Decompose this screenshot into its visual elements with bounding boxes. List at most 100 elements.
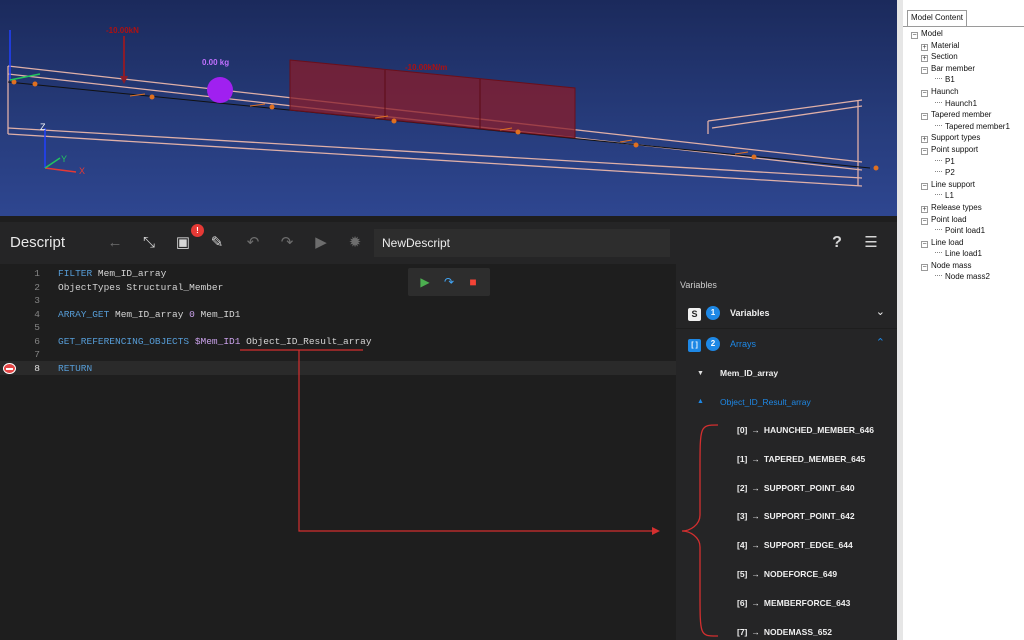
result-array-token: Object_ID_Result_array	[240, 336, 372, 347]
breakpoint-marker[interactable]	[3, 363, 16, 374]
model-content-tab[interactable]: Model Content	[907, 10, 968, 26]
code-editor[interactable]: 1 2 3 4 5 6 7 8 FILTER Mem_ID_array ObjectTypes…	[0, 264, 676, 640]
variables-panel-header: Variables	[680, 280, 717, 290]
help-icon[interactable]: ?	[826, 232, 848, 254]
tree-node[interactable]: Tapered member1	[911, 121, 1010, 133]
expand-triangle-icon[interactable]: ▼	[697, 370, 704, 377]
tree-node[interactable]: − Bar member	[911, 63, 1010, 75]
array-item[interactable]: [4] → SUPPORT_EDGE_644	[737, 540, 853, 550]
collapse-box-icon[interactable]: −	[921, 240, 928, 248]
stop-icon[interactable]: ■	[465, 274, 481, 290]
expand-box-icon[interactable]: +	[921, 55, 928, 63]
tree-node[interactable]: P1	[911, 156, 1010, 168]
script-name-input[interactable]	[374, 229, 670, 257]
item-value: MEMBERFORCE_643	[763, 597, 851, 608]
undo-icon[interactable]: ↶	[242, 232, 264, 254]
tree-node-label: Point load1	[945, 226, 986, 236]
save-icon[interactable]: ▣	[172, 232, 194, 254]
array-item[interactable]: [0] → HAUNCHED_MEMBER_646	[737, 425, 874, 435]
expand-box-icon[interactable]: +	[921, 43, 928, 51]
tree-node[interactable]: − Point support	[911, 144, 1010, 156]
tree-node[interactable]: − Line load	[911, 237, 1010, 249]
array-item[interactable]: [1] → TAPERED_MEMBER_645	[737, 454, 865, 464]
redo-icon[interactable]: ↷	[276, 232, 298, 254]
tree-node[interactable]: − Tapered member	[911, 109, 1010, 121]
collapse-box-icon[interactable]: −	[921, 217, 928, 225]
model-viewport[interactable]: Z Y X -10.00kN 0.00 kg -10.00kN/m	[0, 0, 897, 216]
item-value: TAPERED_MEMBER_645	[763, 453, 866, 464]
tree-node[interactable]: − Point load	[911, 214, 1010, 226]
tree-node[interactable]: − Node mass	[911, 260, 1010, 272]
debug-bug-icon[interactable]: ✹	[344, 232, 366, 254]
chevron-down-icon[interactable]: ⌄	[876, 305, 885, 318]
collapse-icon[interactable]: ⤡	[138, 232, 160, 254]
tree-node[interactable]: + Release types	[911, 202, 1010, 214]
collapse-box-icon[interactable]: −	[921, 66, 928, 74]
collapse-box-icon[interactable]: −	[921, 113, 928, 121]
item-value: SUPPORT_POINT_642	[763, 511, 855, 522]
run-icon[interactable]: ▶	[417, 274, 433, 290]
array-object-id-result[interactable]: Object_ID_Result_array	[720, 397, 811, 407]
tree-node-label: Point support	[931, 144, 979, 154]
tree-node-label: P2	[945, 168, 955, 178]
tree-node-label: Tapered member1	[945, 121, 1010, 131]
chevron-up-icon[interactable]: ⌃	[876, 336, 885, 349]
tree-connector	[935, 78, 942, 80]
array-mem-id[interactable]: Mem_ID_array	[720, 368, 778, 378]
collapse-box-icon[interactable]: −	[921, 182, 928, 190]
axis-z-label: Z	[40, 122, 46, 132]
line-number: 7	[34, 349, 40, 360]
tree-node[interactable]: − Line support	[911, 179, 1010, 191]
tree-node[interactable]: B1	[911, 74, 1010, 86]
collapse-box-icon[interactable]: −	[921, 147, 928, 155]
model-tree[interactable]: − Model + Material + Section − Bar member B1− Hau…	[911, 28, 1010, 283]
item-index: [7]	[737, 626, 748, 637]
array-item[interactable]: [2] → SUPPORT_POINT_640	[737, 483, 855, 493]
array-item[interactable]: [5] → NODEFORCE_649	[737, 569, 837, 579]
collapse-box-icon[interactable]: −	[921, 263, 928, 271]
tree-node[interactable]: L1	[911, 190, 1010, 202]
arrays-section-label: Arrays	[730, 339, 757, 349]
back-arrow-icon[interactable]: ←	[104, 232, 126, 254]
tree-node[interactable]: + Material	[911, 40, 1010, 52]
array-item[interactable]: [3] → SUPPORT_POINT_642	[737, 511, 855, 521]
debug-controls: ▶ ↷ ■	[408, 268, 490, 296]
variables-count-badge: 1	[706, 306, 720, 320]
line-number: 5	[34, 322, 40, 333]
tree-node-label: B1	[945, 75, 955, 85]
play-icon[interactable]: ▶	[310, 232, 332, 254]
arrow-right-icon: →	[751, 425, 760, 435]
list-icon[interactable]: ☰	[860, 232, 882, 254]
expand-box-icon[interactable]: +	[921, 205, 928, 213]
arrow-right-icon: →	[751, 511, 760, 522]
tree-node[interactable]: + Support types	[911, 132, 1010, 144]
array-item[interactable]: [7] → NODEMASS_652	[737, 627, 832, 637]
tree-node-label: P1	[945, 156, 955, 166]
tree-node[interactable]: Line load1	[911, 248, 1010, 260]
item-index: [6]	[737, 597, 748, 608]
tree-node[interactable]: − Model	[911, 28, 1010, 40]
tree-node[interactable]: Point load1	[911, 225, 1010, 237]
tree-node[interactable]: Haunch1	[911, 98, 1010, 110]
array-item[interactable]: [6] → MEMBERFORCE_643	[737, 598, 850, 608]
tree-node[interactable]: P2	[911, 167, 1010, 179]
step-over-icon[interactable]: ↷	[441, 274, 457, 290]
tree-node-label: Line load1	[945, 249, 982, 259]
tree-connector	[935, 194, 942, 196]
panel-title: Descript	[10, 234, 66, 251]
tree-node[interactable]: Node mass2	[911, 271, 1010, 283]
save-as-icon[interactable]: ✎	[206, 232, 228, 254]
array-icon: [ ]	[688, 339, 701, 352]
arrays-section[interactable]: [ ] 2 Arrays ⌃	[676, 330, 897, 360]
variables-section[interactable]: S 1 Variables ⌄	[676, 299, 897, 329]
item-value: NODEFORCE_649	[763, 569, 838, 579]
collapse-box-icon[interactable]: −	[911, 32, 918, 39]
tree-node[interactable]: + Section	[911, 51, 1010, 63]
collapse-box-icon[interactable]: −	[921, 89, 928, 97]
tree-node[interactable]: − Haunch	[911, 86, 1010, 98]
collapse-triangle-icon[interactable]: ▲	[697, 398, 704, 405]
expand-box-icon[interactable]: +	[921, 136, 928, 144]
code-line-6: GET_REFERENCING_OBJECTS $Mem_ID1 Object_…	[58, 336, 372, 347]
item-value: HAUNCHED_MEMBER_646	[763, 425, 874, 435]
tree-node-label: L1	[945, 191, 954, 201]
